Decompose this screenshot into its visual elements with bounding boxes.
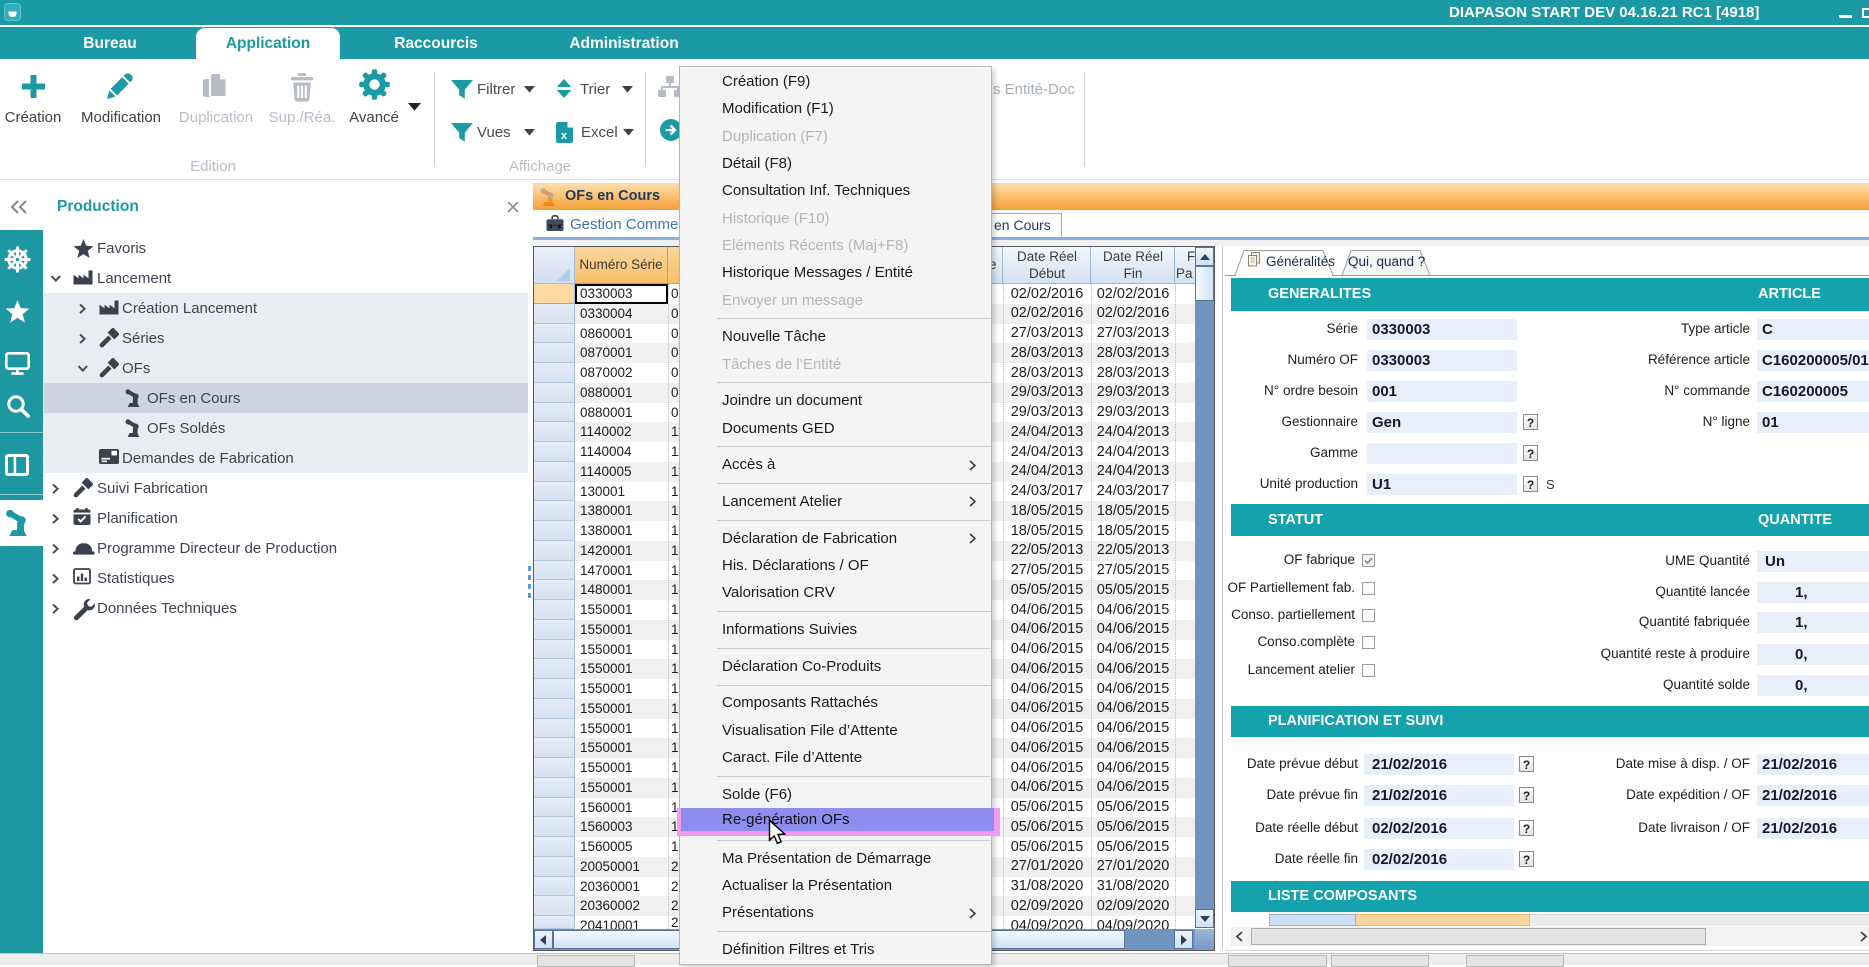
svg-text:x: x [561,130,568,142]
